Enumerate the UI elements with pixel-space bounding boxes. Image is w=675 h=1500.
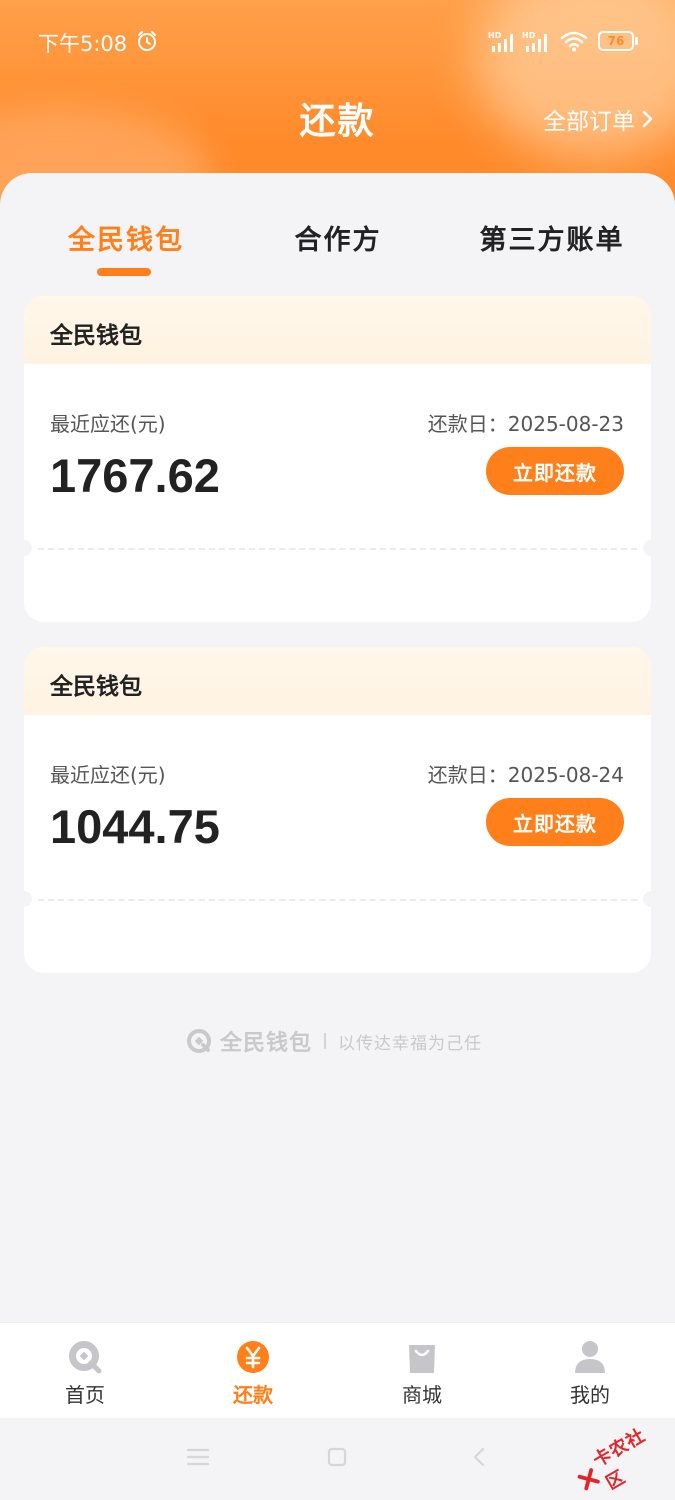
battery-icon: 76 — [598, 31, 638, 51]
nav-item-profile[interactable]: 我的 — [530, 1323, 650, 1419]
card-notch — [24, 891, 32, 907]
dashed-divider — [38, 548, 637, 550]
menu-icon[interactable] — [187, 1448, 209, 1466]
repay-icon — [237, 1341, 269, 1373]
pay-now-button[interactable]: 立即还款 — [486, 447, 624, 495]
tab-active-indicator — [97, 268, 151, 276]
all-orders-label: 全部订单 — [543, 109, 635, 135]
brand-name: 全民钱包 — [220, 1031, 313, 1056]
all-orders-link[interactable]: 全部订单 — [543, 102, 653, 136]
bill-card: 全民钱包 最近应还(元) 还款日：2025-08-23 1767.62 立即还款 — [24, 296, 651, 622]
tab-partners[interactable]: 合作方 — [292, 218, 384, 257]
signal-hd-icon: HD — [488, 31, 513, 52]
alarm-icon — [138, 31, 156, 51]
battery-body: 76 — [598, 31, 634, 51]
due-date: 还款日：2025-08-24 — [427, 763, 624, 787]
battery-cap — [635, 37, 638, 45]
status-bar: 下午5:08 HD HD 76 — [0, 22, 675, 62]
bill-card-header: 全民钱包 — [24, 296, 651, 364]
home-icon — [69, 1341, 102, 1374]
bill-card-title: 全民钱包 — [50, 674, 142, 700]
due-amount: 1767.62 — [50, 449, 220, 502]
battery-level: 76 — [607, 34, 625, 48]
wifi-icon — [560, 31, 588, 52]
brand-footer: 全民钱包 以传达幸福为己任 — [186, 1026, 482, 1056]
card-notch — [643, 540, 651, 556]
nav-label: 商城 — [402, 1383, 442, 1407]
nav-label: 我的 — [570, 1383, 610, 1407]
card-notch — [24, 540, 32, 556]
bill-card-header: 全民钱包 — [24, 647, 651, 715]
nav-item-shop[interactable]: 商城 — [362, 1323, 482, 1419]
pay-now-button[interactable]: 立即还款 — [486, 798, 624, 846]
tab-third-party-bills[interactable]: 第三方账单 — [478, 218, 626, 257]
profile-icon — [575, 1341, 605, 1373]
bill-card-title: 全民钱包 — [50, 323, 142, 349]
nav-label: 还款 — [233, 1383, 273, 1407]
chevron-right-icon — [642, 110, 653, 128]
brand-slogan: 以传达幸福为己任 — [338, 1033, 483, 1054]
shop-bag-icon — [409, 1345, 435, 1373]
status-time: 下午5:08 — [38, 32, 128, 56]
tab-quanmin-wallet[interactable]: 全民钱包 — [66, 218, 186, 257]
due-amount: 1044.75 — [50, 800, 220, 853]
nav-item-repay[interactable]: 还款 — [193, 1323, 313, 1419]
brand-separator — [324, 1033, 327, 1049]
due-amount-label: 最近应还(元) — [50, 763, 166, 787]
brand-logo-icon — [187, 1029, 211, 1053]
system-nav-bar — [0, 1418, 675, 1500]
nav-item-home[interactable]: 首页 — [25, 1323, 145, 1419]
bill-card: 全民钱包 最近应还(元) 还款日：2025-08-24 1044.75 立即还款 — [24, 647, 651, 973]
due-amount-label: 最近应还(元) — [50, 412, 166, 436]
svg-text:HD: HD — [522, 31, 536, 40]
nav-label: 首页 — [65, 1383, 105, 1407]
signal-hd-icon: HD — [522, 31, 547, 52]
dashed-divider — [38, 899, 637, 901]
back-icon[interactable] — [472, 1447, 486, 1467]
system-home-icon[interactable] — [327, 1447, 347, 1467]
due-date: 还款日：2025-08-23 — [427, 412, 624, 436]
card-notch — [643, 891, 651, 907]
bottom-nav: 首页 还款 商城 我的 — [0, 1322, 675, 1418]
svg-text:HD: HD — [488, 31, 502, 40]
